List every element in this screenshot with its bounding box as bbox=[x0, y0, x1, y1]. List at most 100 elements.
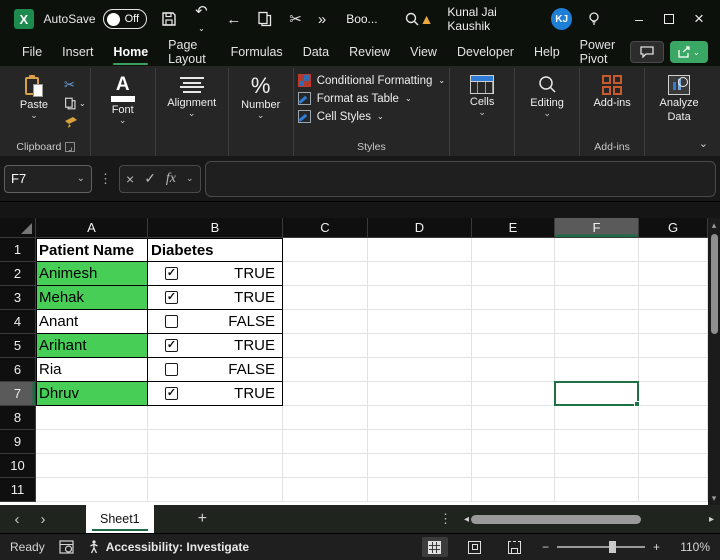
cell-G4[interactable] bbox=[639, 310, 708, 334]
cell-C7[interactable] bbox=[283, 382, 368, 406]
insert-function-button[interactable]: fx bbox=[166, 171, 176, 187]
cell-G1[interactable] bbox=[639, 238, 708, 262]
column-header-A[interactable]: A bbox=[36, 218, 148, 238]
column-header-F[interactable]: F bbox=[555, 218, 639, 238]
tab-power-pivot[interactable]: Power Pivot bbox=[570, 34, 630, 70]
cell-B6[interactable]: FALSE bbox=[148, 358, 283, 382]
cell-B9[interactable] bbox=[148, 430, 283, 454]
scroll-left-icon[interactable]: ◂ bbox=[464, 514, 469, 525]
cell-G2[interactable] bbox=[639, 262, 708, 286]
cell-E10[interactable] bbox=[472, 454, 555, 478]
cell-D4[interactable] bbox=[368, 310, 472, 334]
prev-sheet-icon[interactable]: ‹ bbox=[6, 511, 28, 528]
cell-E11[interactable] bbox=[472, 478, 555, 502]
cell-F5[interactable] bbox=[555, 334, 639, 358]
cell-G7[interactable] bbox=[639, 382, 708, 406]
row-header-1[interactable]: 1 bbox=[0, 238, 36, 262]
horizontal-scroll-thumb[interactable] bbox=[471, 515, 641, 524]
copy-icon[interactable] bbox=[257, 11, 273, 27]
cut-button[interactable]: ✂ bbox=[64, 78, 86, 91]
formula-bar-splitter[interactable]: ⋮ bbox=[96, 171, 115, 187]
cell-D9[interactable] bbox=[368, 430, 472, 454]
warning-icon[interactable]: ▲ bbox=[420, 11, 434, 27]
cell-A3[interactable]: Mehak bbox=[36, 286, 148, 310]
cell-G5[interactable] bbox=[639, 334, 708, 358]
sheet-tab-sheet1[interactable]: Sheet1 bbox=[86, 505, 154, 533]
cell-C4[interactable] bbox=[283, 310, 368, 334]
cell-A1[interactable]: Patient Name bbox=[36, 238, 148, 262]
cell-D7[interactable] bbox=[368, 382, 472, 406]
checkbox-B4[interactable] bbox=[165, 315, 178, 328]
cell-G11[interactable] bbox=[639, 478, 708, 502]
row-header-11[interactable]: 11 bbox=[0, 478, 36, 502]
row-header-9[interactable]: 9 bbox=[0, 430, 36, 454]
checkbox-B3[interactable]: ✓ bbox=[165, 291, 178, 304]
cell-D6[interactable] bbox=[368, 358, 472, 382]
cell-F10[interactable] bbox=[555, 454, 639, 478]
column-header-C[interactable]: C bbox=[283, 218, 368, 238]
tab-help[interactable]: Help bbox=[524, 41, 570, 63]
cell-C5[interactable] bbox=[283, 334, 368, 358]
cancel-button[interactable]: × bbox=[126, 171, 134, 187]
cell-C8[interactable] bbox=[283, 406, 368, 430]
cell-A7[interactable]: Dhruv bbox=[36, 382, 148, 406]
search-icon[interactable] bbox=[404, 11, 420, 27]
new-sheet-button[interactable]: + bbox=[198, 510, 207, 528]
font-group-button[interactable]: A Font ⌄ bbox=[95, 70, 151, 123]
tab-insert[interactable]: Insert bbox=[52, 41, 103, 63]
checkbox-B5[interactable]: ✓ bbox=[165, 339, 178, 352]
cell-D8[interactable] bbox=[368, 406, 472, 430]
zoom-slider-handle[interactable] bbox=[609, 541, 616, 553]
row-header-5[interactable]: 5 bbox=[0, 334, 36, 358]
cell-E6[interactable] bbox=[472, 358, 555, 382]
name-box[interactable]: F7 ⌄ bbox=[4, 165, 92, 193]
scroll-right-icon[interactable]: ▸ bbox=[709, 514, 714, 525]
cell-C3[interactable] bbox=[283, 286, 368, 310]
vertical-scrollbar[interactable]: ▴ ▾ bbox=[708, 218, 720, 505]
cell-C9[interactable] bbox=[283, 430, 368, 454]
cut-icon[interactable]: ✂ bbox=[289, 12, 302, 27]
cell-F11[interactable] bbox=[555, 478, 639, 502]
tab-view[interactable]: View bbox=[400, 41, 447, 63]
enter-button[interactable]: ✓ bbox=[144, 170, 156, 187]
autosave-toggle[interactable]: AutoSave Off bbox=[44, 9, 147, 29]
column-header-G[interactable]: G bbox=[639, 218, 708, 238]
cell-A4[interactable]: Anant bbox=[36, 310, 148, 334]
macro-record-icon[interactable] bbox=[59, 540, 74, 554]
checkbox-B7[interactable]: ✓ bbox=[165, 387, 178, 400]
cell-B1[interactable]: Diabetes bbox=[148, 238, 283, 262]
editing-group-button[interactable]: Editing ⌄ bbox=[519, 70, 575, 116]
cell-A6[interactable]: Ria bbox=[36, 358, 148, 382]
cell-B5[interactable]: ✓TRUE bbox=[148, 334, 283, 358]
minimize-icon[interactable]: – bbox=[624, 4, 654, 34]
copy-button[interactable]: ⌄ bbox=[64, 97, 86, 110]
cell-B3[interactable]: ✓TRUE bbox=[148, 286, 283, 310]
lightbulb-icon[interactable] bbox=[586, 11, 602, 27]
cell-styles-button[interactable]: Cell Styles ⌄ bbox=[298, 110, 445, 123]
addins-button[interactable]: Add-ins bbox=[584, 70, 640, 109]
page-layout-view-button[interactable] bbox=[462, 537, 488, 557]
alignment-group-button[interactable]: Alignment ⌄ bbox=[160, 70, 224, 116]
tab-developer[interactable]: Developer bbox=[447, 41, 524, 63]
name-box-chevron-icon[interactable]: ⌄ bbox=[77, 173, 85, 184]
formula-input[interactable] bbox=[205, 161, 716, 197]
page-break-view-button[interactable] bbox=[502, 537, 528, 557]
cell-A11[interactable] bbox=[36, 478, 148, 502]
cell-F4[interactable] bbox=[555, 310, 639, 334]
format-as-table-button[interactable]: Format as Table ⌄ bbox=[298, 92, 445, 105]
zoom-out-icon[interactable]: − bbox=[542, 540, 549, 554]
normal-view-button[interactable] bbox=[422, 537, 448, 557]
cell-B11[interactable] bbox=[148, 478, 283, 502]
checkbox-B6[interactable] bbox=[165, 363, 178, 376]
cell-D11[interactable] bbox=[368, 478, 472, 502]
maximize-icon[interactable] bbox=[654, 4, 684, 34]
cell-A9[interactable] bbox=[36, 430, 148, 454]
column-header-D[interactable]: D bbox=[368, 218, 472, 238]
cell-E8[interactable] bbox=[472, 406, 555, 430]
comments-button[interactable] bbox=[630, 41, 664, 63]
row-header-7[interactable]: 7 bbox=[0, 382, 36, 406]
cell-A5[interactable]: Arihant bbox=[36, 334, 148, 358]
undo-icon[interactable]: ↶ ⌄ bbox=[193, 4, 211, 34]
cell-A10[interactable] bbox=[36, 454, 148, 478]
paste-button[interactable]: Paste ⌄ bbox=[6, 70, 62, 118]
